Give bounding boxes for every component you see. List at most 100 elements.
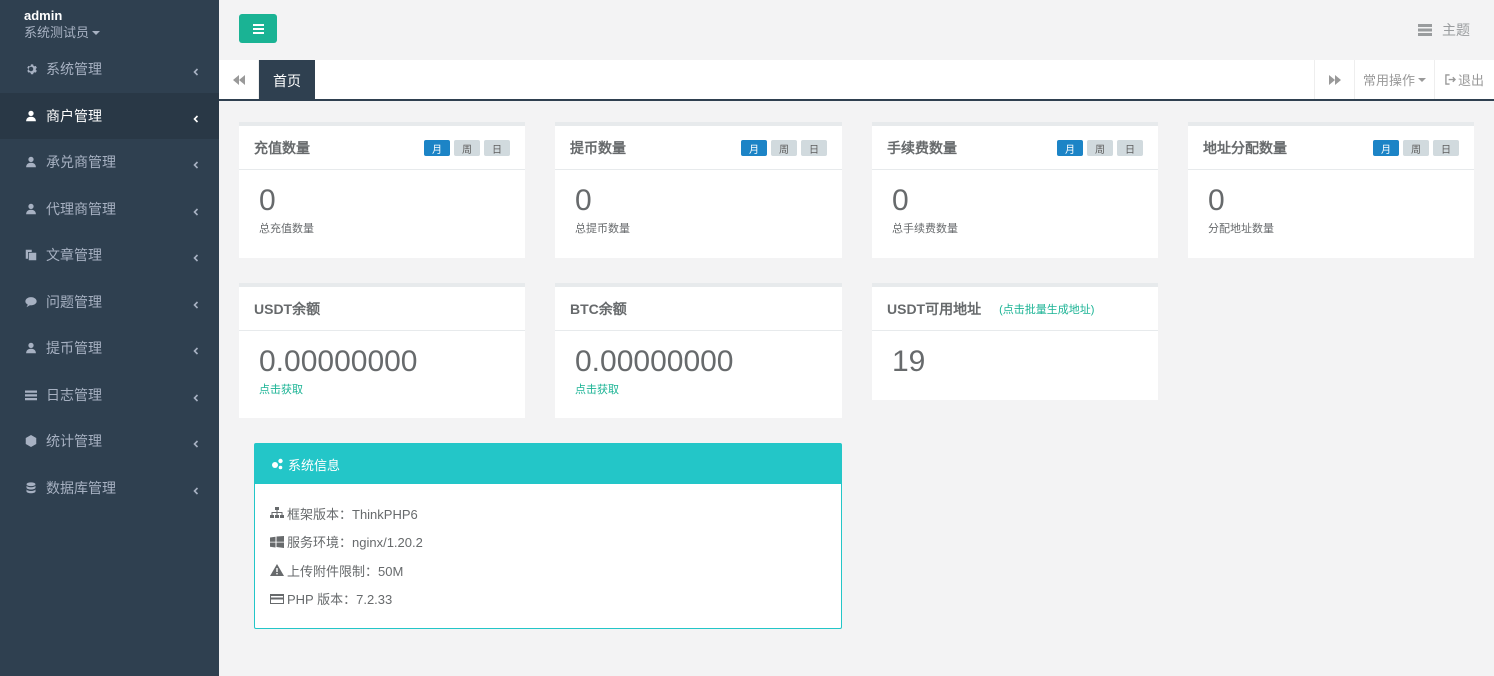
sidebar-item-withdraw[interactable]: 提币管理	[0, 325, 219, 372]
stat-caption: 分配地址数量	[1208, 223, 1274, 235]
card-title: BTC余额	[570, 300, 627, 317]
profile-name: admin	[24, 8, 63, 23]
chevron-left-icon	[191, 111, 201, 123]
info-row-upload: 上传附件限制：50M	[270, 556, 826, 585]
generate-addresses-link[interactable]: (点击批量生成地址)	[999, 301, 1094, 317]
sidebar-item-label: 问题管理	[46, 293, 102, 310]
badge-day[interactable]: 日	[1433, 140, 1459, 156]
gears-icon	[272, 458, 283, 470]
balance-value: 0.00000000	[575, 345, 734, 378]
sidebar-item-statistics[interactable]: 统计管理	[0, 418, 219, 465]
database-icon	[24, 481, 38, 495]
info-row-framework: 框架版本：ThinkPHP6	[270, 499, 826, 528]
chevron-left-icon	[191, 204, 201, 216]
sidebar-item-question[interactable]: 问题管理	[0, 279, 219, 326]
stat-caption: 总充值数量	[259, 223, 314, 235]
badge-month[interactable]: 月	[1057, 140, 1083, 156]
chevron-left-icon	[191, 390, 201, 402]
stat-card-fee: 手续费数量 月 周 日 0 总手续费数量	[872, 122, 1158, 258]
hamburger-icon	[252, 27, 264, 30]
profile-role-dropdown[interactable]: 系统测试员	[24, 23, 219, 43]
gear-icon	[24, 62, 38, 76]
stat-value: 0	[892, 184, 909, 217]
user-icon	[24, 109, 38, 123]
badge-week[interactable]: 周	[1087, 140, 1113, 156]
card-title: 地址分配数量	[1203, 139, 1287, 156]
fetch-balance-link[interactable]: 点击获取	[575, 381, 822, 397]
caret-down-icon	[92, 31, 101, 35]
sidebar-item-log[interactable]: 日志管理	[0, 372, 219, 419]
info-row-server: 服务环境：nginx/1.20.2	[270, 528, 826, 557]
stat-caption: 总手续费数量	[892, 223, 958, 235]
sidebar-item-article[interactable]: 文章管理	[0, 232, 219, 279]
comment-icon	[24, 295, 38, 309]
badge-day[interactable]: 日	[484, 140, 510, 156]
list-icon	[24, 388, 38, 402]
stat-value: 0	[1208, 184, 1225, 217]
sidebar-item-agent[interactable]: 代理商管理	[0, 186, 219, 233]
theme-button[interactable]: 主题	[1418, 20, 1470, 40]
sidebar-item-label: 统计管理	[46, 433, 102, 450]
common-operations-label: 常用操作	[1362, 73, 1415, 88]
panel-header: 系统信息	[255, 444, 841, 484]
user-icon	[24, 155, 38, 169]
common-operations-dropdown[interactable]: 常用操作	[1354, 60, 1434, 99]
topbar: 主题	[219, 0, 1494, 60]
chevron-left-icon	[191, 250, 201, 262]
badge-day[interactable]: 日	[801, 140, 827, 156]
badge-day[interactable]: 日	[1117, 140, 1143, 156]
tab-home[interactable]: 首页	[259, 60, 315, 101]
stat-caption: 总提币数量	[575, 223, 630, 235]
sidebar-item-label: 数据库管理	[46, 479, 116, 496]
address-count: 19	[892, 345, 926, 378]
balance-card-usdt: USDT余额 0.00000000 点击获取	[239, 283, 525, 418]
chevron-left-icon	[191, 483, 201, 495]
stat-card-address: 地址分配数量 月 周 日 0 分配地址数量	[1188, 122, 1474, 258]
fetch-balance-link[interactable]: 点击获取	[259, 381, 505, 397]
info-text: 服务环境：nginx/1.20.2	[287, 535, 423, 551]
info-text: 上传附件限制：50M	[287, 563, 404, 579]
card-title: USDT余额	[254, 300, 321, 317]
info-row-php: PHP 版本：7.2.33	[270, 585, 826, 614]
chevron-left-icon	[191, 157, 201, 169]
badge-week[interactable]: 周	[771, 140, 797, 156]
stat-value: 0	[575, 184, 592, 217]
theme-label: 主题	[1442, 22, 1470, 38]
sidebar-item-system[interactable]: 系统管理	[0, 46, 219, 93]
sidebar-item-merchant[interactable]: 商户管理	[0, 92, 219, 139]
tasks-icon	[1418, 24, 1432, 36]
badge-month[interactable]: 月	[741, 140, 767, 156]
tab-bar: 首页 常用操作 退出	[219, 60, 1494, 101]
sidebar-item-label: 文章管理	[46, 247, 102, 264]
stat-card-withdraw: 提币数量 月 周 日 0 总提币数量	[555, 122, 842, 258]
caret-down-icon	[1418, 77, 1426, 82]
info-text: PHP 版本：7.2.33	[287, 592, 393, 608]
tab-scroll-right-button[interactable]	[1314, 60, 1354, 99]
sign-out-icon	[1445, 74, 1456, 85]
sidebar-item-label: 系统管理	[46, 61, 102, 78]
sidebar-item-acceptor[interactable]: 承兑商管理	[0, 139, 219, 186]
card-title: 提币数量	[570, 139, 626, 156]
usdt-address-card: USDT可用地址 (点击批量生成地址) 19	[872, 283, 1158, 400]
card-title: 手续费数量	[887, 139, 957, 156]
windows-icon	[270, 535, 284, 548]
sidebar-item-label: 承兑商管理	[46, 154, 116, 171]
sidebar-item-label: 代理商管理	[46, 200, 116, 217]
logout-button[interactable]: 退出	[1434, 60, 1494, 99]
info-text: 框架版本：ThinkPHP6	[287, 506, 418, 522]
sitemap-icon	[270, 507, 284, 519]
chevron-left-icon	[191, 436, 201, 448]
profile[interactable]: admin 系统测试员	[0, 0, 219, 46]
user-icon	[24, 341, 38, 355]
badge-week[interactable]: 周	[454, 140, 480, 156]
badge-month[interactable]: 月	[424, 140, 450, 156]
card-title: 充值数量	[254, 139, 310, 156]
system-info-panel: 系统信息 框架版本：ThinkPHP6 服务环境：nginx/1.20.2 上传…	[254, 443, 842, 629]
sidebar-item-database[interactable]: 数据库管理	[0, 465, 219, 512]
menu-toggle-button[interactable]	[239, 14, 277, 43]
tab-scroll-left-button[interactable]	[219, 60, 259, 99]
profile-role: 系统测试员	[24, 25, 90, 40]
sidebar-item-label: 商户管理	[46, 107, 102, 124]
badge-month[interactable]: 月	[1373, 140, 1399, 156]
badge-week[interactable]: 周	[1403, 140, 1429, 156]
